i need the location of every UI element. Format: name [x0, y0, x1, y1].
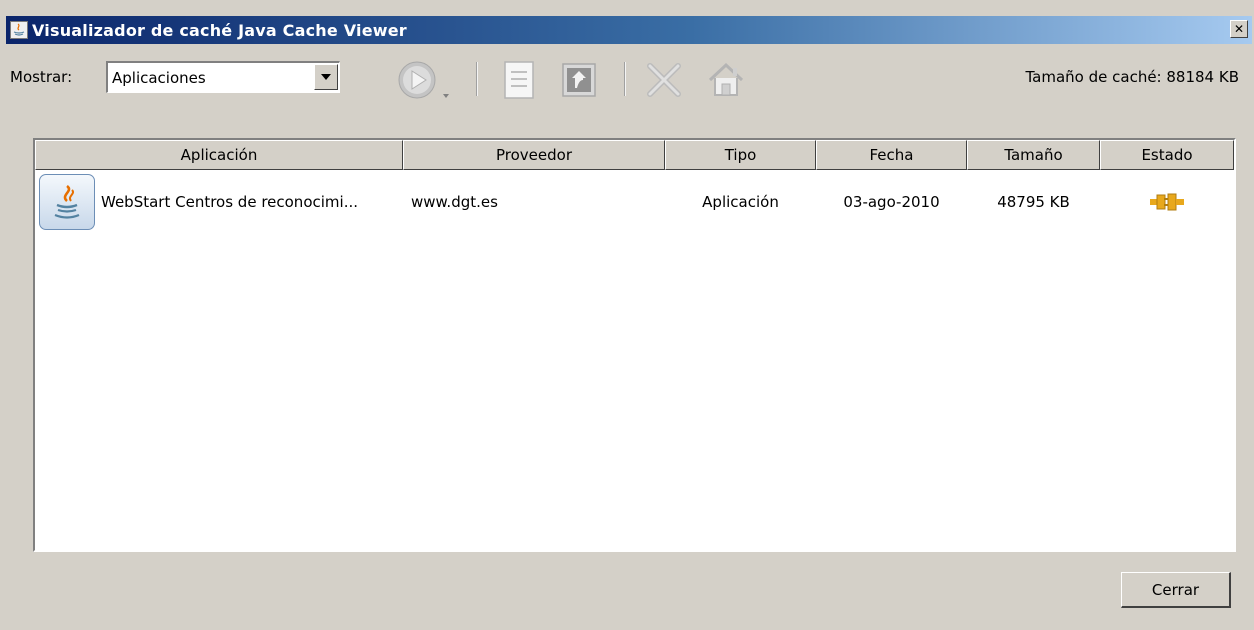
- home-button[interactable]: [702, 58, 750, 102]
- toolbar-separator: [476, 62, 478, 96]
- column-header-date[interactable]: Fecha: [816, 140, 967, 170]
- home-icon: [708, 62, 744, 96]
- window-close-button[interactable]: ✕: [1230, 20, 1248, 38]
- delete-icon: [647, 63, 681, 97]
- view-select-dropdown-button[interactable]: [314, 64, 338, 90]
- show-label: Mostrar:: [10, 68, 73, 86]
- create-shortcut-button[interactable]: [556, 58, 602, 102]
- plug-connected-icon: [1150, 193, 1184, 211]
- window-titlebar: Visualizador de caché Java Cache Viewer …: [6, 16, 1252, 44]
- cache-size-text: Tamaño de caché: 88184 KB: [1025, 68, 1239, 86]
- column-header-type[interactable]: Tipo: [665, 140, 816, 170]
- column-header-size[interactable]: Tamaño: [967, 140, 1100, 170]
- window-title: Visualizador de caché Java Cache Viewer: [32, 20, 407, 40]
- column-header-vendor[interactable]: Proveedor: [403, 140, 665, 170]
- table-row[interactable]: WebStart Centros de reconocimi... www.dg…: [35, 170, 1234, 234]
- java-app-icon: [39, 174, 95, 230]
- type-cell: Aplicación: [702, 193, 779, 211]
- application-name: WebStart Centros de reconocimi...: [101, 193, 358, 211]
- view-select-value: Aplicaciones: [112, 69, 206, 87]
- status-cell: [1100, 190, 1234, 214]
- toolbar: Mostrar: Aplicaciones Tamaño de caché: 8…: [0, 50, 1254, 108]
- vendor-cell: www.dgt.es: [411, 193, 498, 211]
- run-icon: [398, 61, 449, 99]
- close-button[interactable]: Cerrar: [1121, 572, 1231, 608]
- info-button[interactable]: [496, 58, 542, 102]
- delete-button[interactable]: [640, 58, 688, 102]
- toolbar-separator: [624, 62, 626, 96]
- date-cell: 03-ago-2010: [843, 193, 940, 211]
- info-document-icon: [504, 61, 534, 99]
- view-select[interactable]: Aplicaciones: [106, 61, 340, 93]
- close-icon: ✕: [1233, 22, 1245, 36]
- column-header-status[interactable]: Estado: [1100, 140, 1234, 170]
- application-cell: WebStart Centros de reconocimi...: [35, 174, 403, 230]
- chevron-down-icon: [321, 74, 331, 80]
- java-app-icon: [10, 21, 28, 39]
- column-header-application[interactable]: Aplicación: [35, 140, 403, 170]
- run-button[interactable]: [394, 58, 454, 102]
- size-cell: 48795 KB: [997, 193, 1070, 211]
- table-header: Aplicación Proveedor Tipo Fecha Tamaño E…: [35, 140, 1234, 170]
- create-shortcut-icon: [562, 63, 596, 97]
- cache-table: Aplicación Proveedor Tipo Fecha Tamaño E…: [33, 138, 1236, 552]
